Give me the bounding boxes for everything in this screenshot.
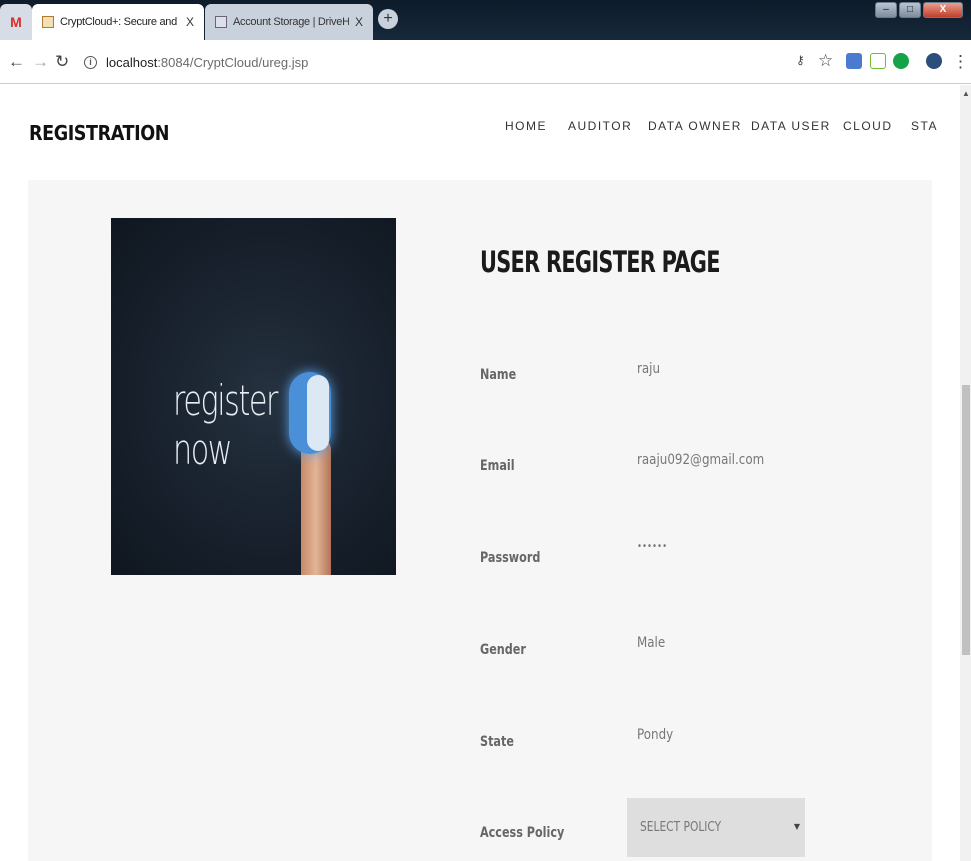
menu-kebab-icon[interactable]: ⋮: [952, 52, 969, 72]
gmail-icon: M: [10, 14, 22, 30]
translate-extension-icon[interactable]: [846, 53, 862, 69]
key-icon[interactable]: ⚷: [796, 53, 805, 67]
tab-close-icon[interactable]: X: [355, 15, 363, 29]
scroll-thumb[interactable]: [962, 385, 970, 655]
email-field[interactable]: raaju092@gmail.com: [637, 452, 764, 468]
tab-title: Account Storage | DriveHQ: [233, 16, 349, 28]
registration-section: register now USER REGISTER PAGE Name raj…: [28, 180, 932, 861]
tab-cryptcloud[interactable]: CryptCloud+: Secure and Expres X: [32, 4, 204, 40]
password-field[interactable]: ••••••: [637, 541, 667, 552]
url-host: localhost: [106, 54, 158, 70]
menu-item-data-user[interactable]: DATA USER: [751, 119, 831, 133]
sheets-extension-icon[interactable]: [870, 53, 886, 69]
menu-item-sta[interactable]: STA: [911, 119, 938, 133]
menu-item-cloud[interactable]: CLOUD: [843, 119, 893, 133]
grammarly-icon[interactable]: [893, 53, 909, 69]
window-controls: – □ X: [875, 2, 963, 18]
menu-item-data-owner[interactable]: DATA OWNER: [648, 119, 742, 133]
name-label: Name: [480, 367, 517, 383]
back-arrow-icon[interactable]: ←: [8, 52, 25, 72]
favicon-icon: [42, 16, 54, 28]
favicon-icon: [215, 16, 227, 28]
tab-gmail[interactable]: M: [0, 4, 32, 40]
reload-icon[interactable]: ↻: [55, 52, 69, 72]
toggle-graphic: [289, 372, 331, 454]
email-label: Email: [480, 458, 515, 474]
close-window-button[interactable]: X: [923, 2, 963, 18]
register-now-image: register now: [111, 218, 396, 575]
tab-close-icon[interactable]: X: [186, 15, 194, 29]
star-icon[interactable]: ☆: [818, 51, 833, 71]
web-page: REGISTRATION HOME AUDITOR DATA OWNER DAT…: [0, 85, 960, 861]
form-title: USER REGISTER PAGE: [480, 245, 720, 279]
password-label: Password: [480, 550, 541, 566]
browser-tab-strip: M CryptCloud+: Secure and Expres X Accou…: [0, 0, 971, 40]
site-brand[interactable]: REGISTRATION: [29, 121, 169, 145]
new-tab-button[interactable]: +: [378, 9, 398, 29]
gender-field[interactable]: Male: [637, 635, 665, 651]
access-policy-label: Access Policy: [480, 825, 565, 841]
forward-arrow-icon[interactable]: →: [32, 52, 49, 72]
state-field[interactable]: Pondy: [637, 727, 673, 743]
menu-item-home[interactable]: HOME: [505, 119, 547, 133]
page-scrollbar[interactable]: ▲: [960, 85, 971, 861]
finger-graphic: [301, 436, 331, 575]
tab-drivehq[interactable]: Account Storage | DriveHQ X: [205, 4, 373, 40]
menu-item-auditor[interactable]: AUDITOR: [568, 119, 632, 133]
gender-label: Gender: [480, 642, 526, 658]
scroll-up-arrow-icon[interactable]: ▲: [962, 89, 970, 98]
state-label: State: [480, 734, 514, 750]
name-field[interactable]: raju: [637, 361, 660, 377]
info-icon[interactable]: i: [84, 55, 97, 69]
maximize-button[interactable]: □: [899, 2, 921, 18]
tab-title: CryptCloud+: Secure and Expres: [60, 16, 180, 28]
url-path: :8084/CryptCloud/ureg.jsp: [157, 54, 309, 70]
profile-avatar[interactable]: [926, 53, 942, 69]
access-policy-select[interactable]: SELECT POLICY ▼: [627, 798, 805, 857]
access-policy-selected: SELECT POLICY: [640, 820, 722, 835]
address-bar[interactable]: i localhost :8084/CryptCloud/ureg.jsp: [78, 46, 848, 78]
chevron-down-icon: ▼: [793, 822, 800, 831]
minimize-button[interactable]: –: [875, 2, 897, 18]
